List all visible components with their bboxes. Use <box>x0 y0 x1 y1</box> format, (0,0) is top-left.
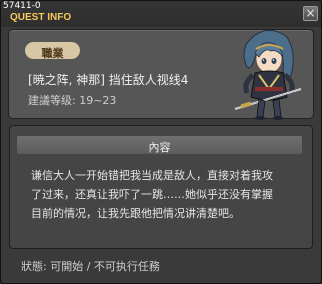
close-button[interactable]: × <box>303 6 318 21</box>
quest-status: 狀態: 可開始 / 不可执行任務 <box>21 260 160 273</box>
description-line: 谦信大人一开始错把我当成是敌人，直接对着我攻 <box>31 169 273 182</box>
description-line: 目前的情况，让我先跟他把情况讲清楚吧。 <box>31 207 240 220</box>
quest-description: 谦信大人一开始错把我当成是敌人，直接对着我攻 了过来，还真让我吓了一跳……她似乎… <box>31 166 307 223</box>
window-title: QUEST INFO <box>10 12 71 23</box>
content-header: 內容 <box>17 136 302 154</box>
job-badge-label: 職業 <box>41 47 64 60</box>
quest-title: [暁之阵, 神那] 挡住敌人视线4 <box>28 73 189 87</box>
window-title-text: QUEST INFO <box>10 12 72 23</box>
npc-portrait <box>234 29 302 120</box>
close-icon: × <box>305 6 316 20</box>
quest-id: 57411-0 <box>3 1 41 11</box>
job-badge: 職業 <box>25 42 80 60</box>
content-header-label: 內容 <box>148 141 171 154</box>
description-line: 了过来，还真让我吓了一跳……她似乎还没有掌握 <box>31 188 273 201</box>
quest-info-window: 57411-0 QUEST INFO × 職業 [暁之阵, 神那] 挡住敌人视线… <box>0 0 322 284</box>
recommended-level: 建議等级: 19~23 <box>28 94 117 107</box>
